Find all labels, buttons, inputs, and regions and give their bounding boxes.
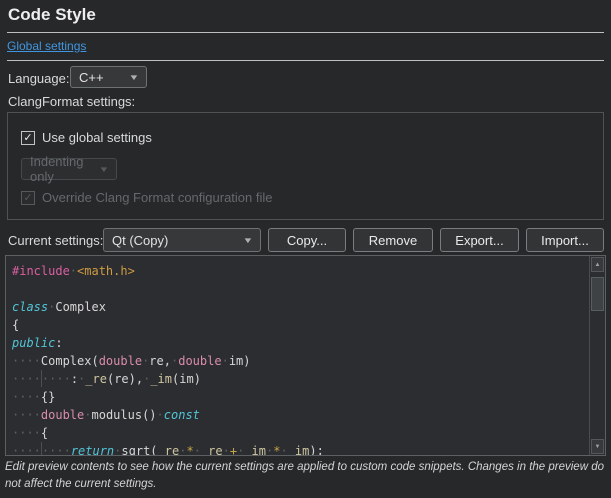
checkbox-check-icon: ✓ <box>21 191 35 205</box>
language-combobox-value: C++ <box>79 70 104 85</box>
code-line[interactable]: public: <box>12 334 589 352</box>
clangformat-mode-value: Indenting only <box>30 154 100 184</box>
code-line[interactable]: ····{ <box>12 424 589 442</box>
current-settings-label: Current settings: <box>8 233 103 248</box>
dropdown-arrow-icon: ▼ <box>98 165 109 174</box>
page-title: Code Style <box>8 5 96 25</box>
clangformat-mode-combobox: Indenting only ▼ <box>21 158 117 180</box>
code-line[interactable]: #include·<math.h> <box>12 262 589 280</box>
code-line[interactable]: ····Complex(double·re,·double·im) <box>12 352 589 370</box>
dropdown-arrow-icon: ▼ <box>242 236 253 245</box>
divider-under-title <box>7 32 604 33</box>
editor-scrollbar[interactable]: ▲ ▼ <box>589 256 605 455</box>
code-line[interactable] <box>12 280 589 298</box>
code-line[interactable]: ····double·modulus()·const <box>12 406 589 424</box>
code-line[interactable]: ········:·_re(re),·_im(im) <box>12 370 589 388</box>
copy-button[interactable]: Copy... <box>268 228 346 252</box>
clangformat-groupbox: ✓ Use global settings Indenting only ▼ ✓… <box>7 112 604 220</box>
language-label: Language: <box>8 71 69 86</box>
current-settings-value: Qt (Copy) <box>112 233 168 248</box>
scroll-up-icon[interactable]: ▲ <box>591 257 604 272</box>
export-button[interactable]: Export... <box>440 228 519 252</box>
checkbox-check-icon: ✓ <box>21 131 35 145</box>
code-line[interactable]: { <box>12 316 589 334</box>
scroll-down-icon[interactable]: ▼ <box>591 439 604 454</box>
code-lines[interactable]: #include·<math.h>class·Complex{public:··… <box>6 256 589 455</box>
code-line[interactable]: class·Complex <box>12 298 589 316</box>
code-line[interactable]: ····{} <box>12 388 589 406</box>
use-global-settings-checkbox[interactable]: ✓ Use global settings <box>21 130 152 145</box>
use-global-settings-label: Use global settings <box>42 130 152 145</box>
divider-under-link <box>7 60 604 61</box>
scrollbar-thumb[interactable] <box>591 277 604 311</box>
code-preview-editor[interactable]: #include·<math.h>class·Complex{public:··… <box>5 255 606 456</box>
language-combobox[interactable]: C++ ▼ <box>70 66 147 88</box>
dropdown-arrow-icon: ▼ <box>128 73 139 82</box>
override-clangformat-label: Override Clang Format configuration file <box>42 190 273 205</box>
code-line[interactable]: ········return·sqrt(_re·*·_re·+·_im·*·_i… <box>12 442 589 455</box>
current-settings-combobox[interactable]: Qt (Copy) ▼ <box>103 228 261 252</box>
remove-button[interactable]: Remove <box>353 228 433 252</box>
global-settings-link[interactable]: Global settings <box>7 39 86 53</box>
import-button[interactable]: Import... <box>526 228 604 252</box>
preview-hint-text: Edit preview contents to see how the cur… <box>5 459 606 492</box>
override-clangformat-checkbox: ✓ Override Clang Format configuration fi… <box>21 190 273 205</box>
clangformat-settings-label: ClangFormat settings: <box>8 94 135 109</box>
